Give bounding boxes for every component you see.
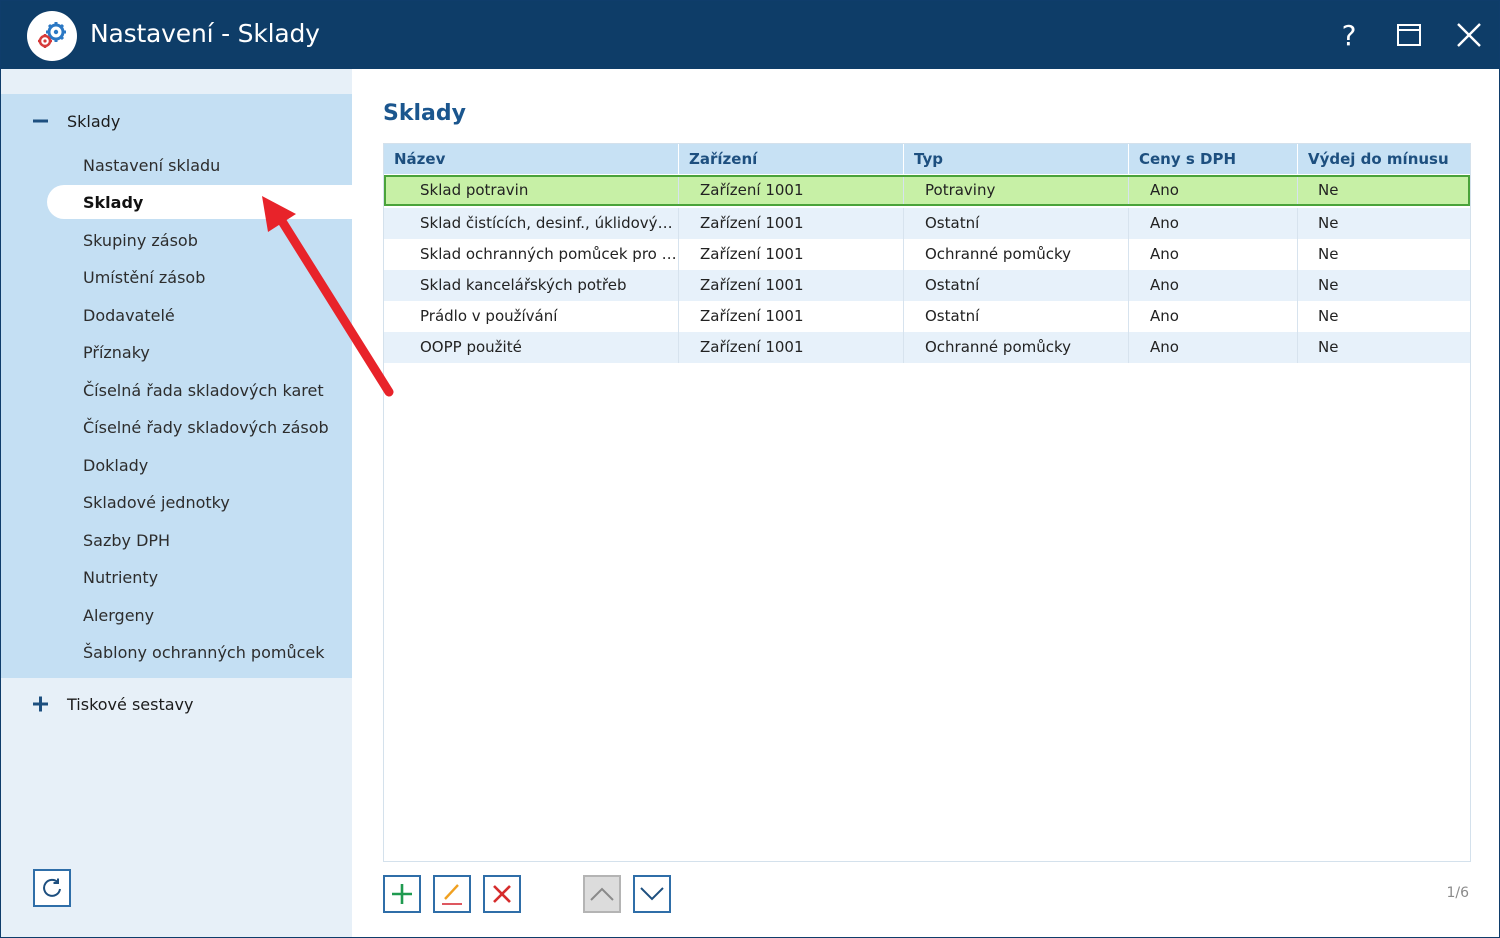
page-title: Sklady <box>383 101 466 126</box>
app-logo-gears-icon <box>27 11 77 61</box>
move-up-button[interactable] <box>583 875 621 913</box>
title-bar: Nastavení - Sklady ? <box>1 1 1499 69</box>
expand-plus-icon <box>33 696 48 712</box>
collapse-minus-icon <box>33 119 48 123</box>
delete-button[interactable] <box>483 875 521 913</box>
warehouses-table: Název Zařízení Typ Ceny s DPH Výdej do m… <box>383 143 1471 862</box>
cell-typ: Ochranné pomůcky <box>904 332 1129 363</box>
cell-zarizeni: Zařízení 1001 <box>679 301 904 332</box>
table-row[interactable]: OOPP použité Zařízení 1001 Ochranné pomů… <box>384 332 1470 363</box>
plus-icon <box>392 884 412 904</box>
cell-ceny-s-dph: Ano <box>1129 270 1298 301</box>
nav-group-sklady: Sklady Nastavení skladu Sklady Skupiny z… <box>1 94 352 678</box>
sidebar-item-umisteni-zasob[interactable]: Umístění zásob <box>47 260 352 294</box>
cell-vydej-do-minusu: Ne <box>1318 307 1339 325</box>
sidebar-item-ciselne-rady-zasob[interactable]: Číselné řady skladových zásob <box>47 410 352 444</box>
table-row[interactable]: Sklad potravin Zařízení 1001 Potraviny A… <box>384 175 1470 206</box>
move-down-button[interactable] <box>633 875 671 913</box>
cell-zarizeni: Zařízení 1001 <box>679 332 904 363</box>
close-icon <box>1457 23 1481 47</box>
cell-ceny-s-dph: Ano <box>1129 301 1298 332</box>
cell-zarizeni: Zařízení 1001 <box>679 177 904 204</box>
column-header-zarizeni[interactable]: Zařízení <box>679 144 904 174</box>
pager-indicator: 1/6 <box>1446 885 1469 901</box>
edit-button[interactable] <box>433 875 471 913</box>
window-title: Nastavení - Sklady <box>90 19 320 48</box>
table-row[interactable]: Sklad ochranných pomůcek pro zaměstnance… <box>384 239 1470 270</box>
column-header-typ[interactable]: Typ <box>904 144 1129 174</box>
sidebar-item-doklady[interactable]: Doklady <box>47 448 352 482</box>
sidebar-item-alergeny[interactable]: Alergeny <box>47 598 352 632</box>
sidebar-item-nutrienty[interactable]: Nutrienty <box>47 560 352 594</box>
add-button[interactable] <box>383 875 421 913</box>
cell-vydej-do-minusu: Ne <box>1318 181 1339 199</box>
chevron-down-icon <box>640 887 664 901</box>
table-row[interactable]: Sklad čistících, desinf., úklidových pro… <box>384 208 1470 239</box>
group-header-tiskove-sestavy[interactable]: Tiskové sestavy <box>1 684 352 724</box>
sidebar-item-sazby-dph[interactable]: Sazby DPH <box>47 523 352 557</box>
delete-x-icon <box>493 885 511 903</box>
table-row[interactable]: Prádlo v používání Zařízení 1001 Ostatní… <box>384 301 1470 332</box>
cell-typ: Ostatní <box>904 270 1129 301</box>
sidebar-item-priznaky[interactable]: Příznaky <box>47 335 352 369</box>
cell-nazev: Sklad čistících, desinf., úklidových pro… <box>384 208 679 239</box>
cell-vydej-do-minusu: Ne <box>1318 214 1339 232</box>
sidebar-item-ciselna-rada-karet[interactable]: Číselná řada skladových karet <box>47 373 352 407</box>
maximize-icon <box>1397 24 1421 46</box>
column-header-vydej-do-minusu[interactable]: Výdej do mínusu <box>1298 144 1470 174</box>
cell-nazev: Sklad potravin <box>386 177 679 204</box>
group-header-sklady[interactable]: Sklady <box>1 101 352 141</box>
group-label: Tiskové sestavy <box>67 694 194 714</box>
cell-nazev: Sklad kancelářských potřeb <box>384 270 679 301</box>
help-button[interactable]: ? <box>1329 15 1369 55</box>
sidebar-item-nastaveni-skladu[interactable]: Nastavení skladu <box>47 148 352 182</box>
cell-typ: Potraviny <box>904 177 1129 204</box>
chevron-up-icon <box>590 887 614 901</box>
cell-zarizeni: Zařízení 1001 <box>679 270 904 301</box>
close-button[interactable] <box>1449 15 1489 55</box>
sidebar-item-dodavatele[interactable]: Dodavatelé <box>47 298 352 332</box>
sidebar-item-skupiny-zasob[interactable]: Skupiny zásob <box>47 223 352 257</box>
table-header: Název Zařízení Typ Ceny s DPH Výdej do m… <box>384 144 1470 174</box>
sidebar-item-sklady[interactable]: Sklady <box>47 185 352 219</box>
refresh-button[interactable] <box>33 869 71 907</box>
cell-vydej-do-minusu: Ne <box>1318 245 1339 263</box>
cell-typ: Ostatní <box>904 208 1129 239</box>
cell-nazev: Prádlo v používání <box>384 301 679 332</box>
sidebar-item-sablony-pomucek[interactable]: Šablony ochranných pomůcek <box>47 635 352 669</box>
maximize-button[interactable] <box>1389 15 1429 55</box>
cell-ceny-s-dph: Ano <box>1129 239 1298 270</box>
cell-ceny-s-dph: Ano <box>1129 208 1298 239</box>
cell-nazev: OOPP použité <box>384 332 679 363</box>
cell-typ: Ochranné pomůcky <box>904 239 1129 270</box>
column-header-ceny-s-dph[interactable]: Ceny s DPH <box>1129 144 1298 174</box>
cell-zarizeni: Zařízení 1001 <box>679 239 904 270</box>
cell-nazev: Sklad ochranných pomůcek pro zaměstnance <box>384 239 679 270</box>
cell-zarizeni: Zařízení 1001 <box>679 208 904 239</box>
group-label: Sklady <box>67 111 121 131</box>
column-header-nazev[interactable]: Název <box>384 144 679 174</box>
sidebar: Sklady Nastavení skladu Sklady Skupiny z… <box>1 69 352 937</box>
sidebar-item-skladove-jednotky[interactable]: Skladové jednotky <box>47 485 352 519</box>
cell-ceny-s-dph: Ano <box>1129 332 1298 363</box>
cell-vydej-do-minusu: Ne <box>1318 276 1339 294</box>
settings-window: Nastavení - Sklady ? Sklady Nastavení sk <box>0 0 1500 938</box>
cell-vydej-do-minusu: Ne <box>1318 338 1339 356</box>
pencil-icon <box>442 884 462 905</box>
table-row[interactable]: Sklad kancelářských potřeb Zařízení 1001… <box>384 270 1470 301</box>
cell-ceny-s-dph: Ano <box>1129 177 1298 204</box>
refresh-icon <box>43 878 61 897</box>
cell-typ: Ostatní <box>904 301 1129 332</box>
